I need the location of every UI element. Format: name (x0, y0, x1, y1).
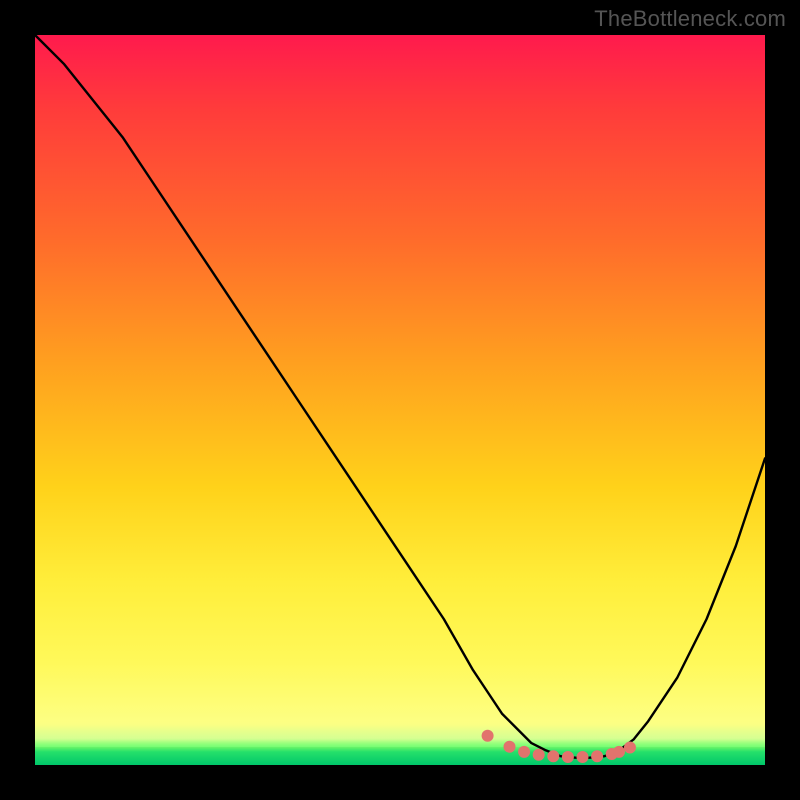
valley-dot (591, 750, 603, 762)
chart-frame: TheBottleneck.com (0, 0, 800, 800)
valley-dot (624, 741, 636, 753)
valley-dot (613, 746, 625, 758)
valley-dot (533, 749, 545, 761)
bottleneck-curve-line (35, 35, 765, 758)
valley-dot (518, 746, 530, 758)
valley-dot (577, 751, 589, 763)
valley-dot (547, 750, 559, 762)
valley-marker-dots (482, 730, 636, 763)
valley-dot (562, 751, 574, 763)
watermark-text: TheBottleneck.com (594, 6, 786, 32)
bottleneck-chart-svg (35, 35, 765, 765)
valley-dot (504, 741, 516, 753)
valley-dot (482, 730, 494, 742)
